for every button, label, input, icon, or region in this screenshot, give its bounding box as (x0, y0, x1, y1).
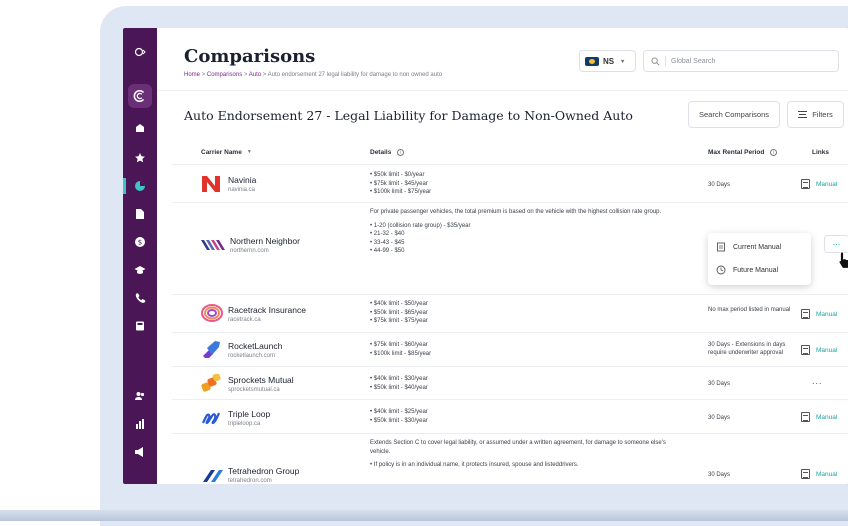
carrier-name[interactable]: RocketLaunch rocketlaunch.com (228, 341, 282, 359)
manual-doc-icon (717, 242, 725, 252)
racetrack-logo-icon (201, 304, 223, 322)
column-header-carrier[interactable]: Carrier Name ▼ (201, 140, 252, 164)
breadcrumb-auto[interactable]: Auto (249, 72, 261, 78)
brand-logo-icon[interactable] (128, 84, 152, 108)
details-cell: For private passenger vehicles, the tota… (370, 208, 670, 256)
rental-cell: No max period listed in manual (708, 307, 791, 313)
app-screen: $ Comparisons Home > Comparisons > Auto … (123, 28, 848, 484)
carrier-name[interactable]: Tetrahedron Group tetrahedron.com (228, 466, 299, 484)
table-row: Triple Looptripleloop.ca $40k limit - $2… (172, 399, 848, 433)
sidebar: $ (123, 28, 157, 484)
info-icon[interactable]: i (770, 148, 778, 156)
details-cell: $75k limit - $60/year$100k limit - $85/y… (370, 341, 431, 358)
region-value: NS (603, 56, 615, 66)
column-header-details: Details i (370, 140, 405, 164)
carrier-name[interactable]: Navinia navinia.ca (228, 175, 256, 193)
document-icon[interactable] (123, 204, 157, 224)
section-title: Auto Endorsement 27 - Legal Liability fo… (184, 108, 633, 123)
dollar-icon[interactable]: $ (123, 232, 157, 252)
hand-cursor-icon (838, 251, 848, 269)
manual-link[interactable]: Manual (801, 179, 837, 189)
rental-cell: 30 Days (708, 381, 731, 387)
clock-icon (716, 265, 726, 275)
carrier-name[interactable]: Triple Loop tripleloop.ca (228, 409, 270, 427)
details-cell: $40k limit - $25/year$50k limit - $30/ye… (370, 408, 428, 425)
region-select[interactable]: NS ▾ (579, 50, 636, 72)
manual-link[interactable]: Manual (801, 412, 837, 422)
inbox-icon[interactable] (123, 118, 157, 138)
sort-icon[interactable]: ▼ (247, 149, 252, 155)
navinia-logo-icon (202, 176, 220, 192)
manual-link[interactable]: Manual (801, 309, 837, 319)
carrier-name[interactable]: Racetrack Insurance racetrack.ca (228, 305, 306, 323)
more-options-button[interactable]: ... (812, 376, 823, 386)
search-separator (665, 56, 666, 66)
header-divider (157, 90, 848, 91)
manual-doc-icon (801, 179, 810, 189)
global-search-input[interactable]: Global Search (643, 50, 839, 72)
details-cell: $50k limit - $0/year$75k limit - $45/yea… (370, 171, 431, 197)
northern-neighbor-logo-icon (201, 240, 225, 250)
filters-button[interactable]: Filters (787, 101, 844, 128)
links-dropdown-menu: Current Manual Future Manual (708, 233, 811, 285)
column-header-links: Links (812, 148, 829, 156)
filters-label: Filters (812, 110, 833, 119)
carrier-name[interactable]: Northern Neighbor northernn.com (230, 236, 300, 254)
details-cell: $40k limit - $30/year$50k limit - $40/ye… (370, 375, 428, 392)
main-content: Comparisons Home > Comparisons > Auto > … (157, 28, 848, 484)
rental-cell: 30 Days - Extensions in days require und… (708, 342, 786, 356)
sprockets-logo-icon (201, 374, 221, 392)
search-placeholder: Global Search (671, 57, 716, 65)
breadcrumb: Home > Comparisons > Auto > Auto endorse… (184, 72, 443, 78)
info-icon[interactable]: i (397, 148, 405, 156)
carrier-name[interactable]: Sprockets Mutual sprocketsmutual.ca (228, 375, 294, 393)
manual-link[interactable]: Manual (801, 345, 837, 355)
region-flag-icon (585, 56, 599, 66)
search-icon (651, 56, 660, 65)
page-title: Comparisons (184, 46, 316, 67)
table-row: Racetrack Insuranceracetrack.ca $40k lim… (172, 294, 848, 332)
table-row: Navinianavinia.ca $50k limit - $0/year$7… (172, 164, 848, 202)
phone-icon[interactable] (123, 288, 157, 308)
manual-link[interactable]: Manual (801, 469, 837, 479)
megaphone-icon[interactable] (123, 442, 157, 462)
chevron-down-icon: ▾ (621, 58, 625, 65)
manual-doc-icon (801, 469, 810, 479)
table-row: Tetrahedron Group tetrahedron.com Extends… (172, 433, 848, 484)
current-manual-option[interactable]: Current Manual (716, 242, 781, 252)
breadcrumb-home[interactable]: Home (184, 72, 200, 78)
table-row: RocketLaunchrocketlaunch.com $75k limit … (172, 332, 848, 366)
rental-cell: 30 Days (708, 415, 731, 421)
rental-cell: 30 Days (708, 472, 731, 478)
collapse-sidebar-icon[interactable] (123, 42, 157, 62)
filter-icon (798, 111, 808, 118)
calculator-icon[interactable] (123, 316, 157, 336)
future-manual-option[interactable]: Future Manual (716, 265, 778, 275)
triple-loop-logo-icon (202, 412, 221, 425)
laptop-base (0, 510, 848, 521)
search-comparisons-button[interactable]: Search Comparisons (688, 101, 780, 128)
manual-doc-icon (801, 345, 810, 355)
details-cell: Extends Section C to cover legal liabili… (370, 439, 675, 470)
manual-doc-icon (801, 412, 810, 422)
rocketlaunch-logo-icon (203, 341, 220, 358)
breadcrumb-current: Auto endorsement 27 legal liability for … (267, 72, 443, 78)
breadcrumb-comparisons[interactable]: Comparisons (207, 72, 242, 78)
column-header-rental: Max Rental Period i (708, 140, 778, 164)
star-icon[interactable] (123, 148, 157, 168)
tetrahedron-logo-icon (203, 470, 223, 482)
users-icon[interactable] (123, 386, 157, 406)
rental-cell: 30 Days (708, 182, 731, 188)
pie-chart-icon[interactable] (123, 176, 157, 196)
svg-text:$: $ (138, 239, 142, 247)
bar-chart-icon[interactable] (123, 414, 157, 434)
details-cell: $40k limit - $50/year$50k limit - $65/ye… (370, 300, 428, 326)
manual-doc-icon (801, 309, 810, 319)
graduation-cap-icon[interactable] (123, 260, 157, 280)
table-row: Sprockets Mutualsprocketsmutual.ca $40k … (172, 366, 848, 399)
